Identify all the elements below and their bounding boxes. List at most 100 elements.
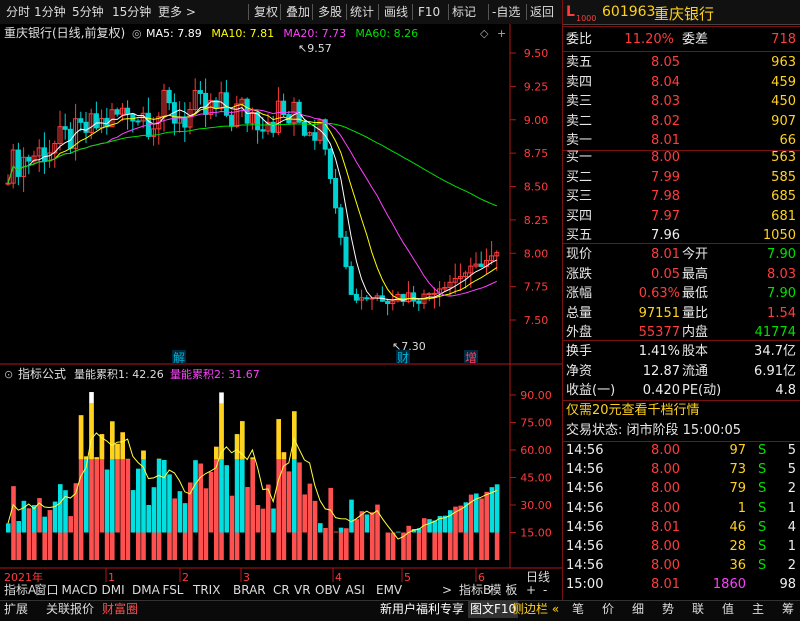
toolbar-5min[interactable]: 5分钟 [72, 0, 104, 24]
toolbar-btn-8[interactable]: 返回 [530, 0, 554, 24]
price-tick-label: 8.50 [524, 181, 549, 194]
ask-vol: 459 [771, 73, 796, 92]
sidebar-toggle[interactable]: 侧边栏 « [512, 601, 559, 618]
ind-bar [297, 462, 302, 532]
indicator-tab-4[interactable]: DMA [132, 582, 160, 599]
ind-base-bar [464, 533, 469, 561]
sep [562, 340, 800, 341]
tick-time: 14:56 [566, 518, 603, 537]
indicator-tab-14[interactable]: 指标B [459, 582, 491, 599]
toolbar-btn-5[interactable]: F10 [418, 0, 440, 24]
ind-bar [74, 483, 79, 532]
weibi-row: 委比11.20%委差718 [562, 30, 800, 49]
indicator-tab-0[interactable]: 指标A [4, 582, 36, 599]
candle [354, 294, 358, 300]
quote-tab-4[interactable]: 联 [692, 601, 704, 618]
ind-bar [157, 459, 162, 533]
indicator-tab-6[interactable]: TRIX [193, 582, 220, 599]
toolbar-btn-0[interactable]: 复权 [254, 0, 278, 24]
toolbar-divider [248, 4, 249, 20]
ask-vol: 450 [771, 92, 796, 111]
promo-link[interactable]: 新用户福利专享 [380, 601, 464, 618]
indicator-tab-8[interactable]: CR [273, 582, 290, 599]
ind-bar [354, 519, 359, 532]
indicator-tab-16[interactable]: + [526, 582, 536, 599]
quote-tab-1[interactable]: 价 [602, 601, 614, 618]
ind-base-bar [120, 533, 125, 561]
indicator-tab-7[interactable]: BRAR [233, 582, 266, 599]
candle [167, 90, 171, 102]
tick-row: 14:568.0079S2 [562, 479, 800, 498]
toolbar-fenshi[interactable]: 分时 [6, 0, 30, 24]
candle [334, 178, 338, 207]
indicator-tab-3[interactable]: DMI [102, 582, 125, 599]
ind-bar [375, 505, 380, 533]
bid-label: 买二 [566, 168, 592, 187]
promo-line[interactable]: 仅需20元查看千档行情 [562, 401, 800, 420]
toolbar-btn-2[interactable]: 多股 [318, 0, 342, 24]
indicator-tab-17[interactable]: - [543, 582, 547, 599]
quote-tab-3[interactable]: 势 [662, 601, 674, 618]
indicator-tab-10[interactable]: OBV [315, 582, 341, 599]
stat-value-2: 7.90 [767, 245, 796, 264]
ind-bar [204, 488, 209, 532]
ind-bar [427, 519, 432, 532]
info-value: 12.87 [643, 362, 680, 381]
ind-base-bar [32, 533, 37, 561]
toolbar-btn-7[interactable]: -自选 [492, 0, 520, 24]
indicator-tab-2[interactable]: MACD [62, 582, 98, 599]
info-label-2: PE(动) [682, 381, 721, 400]
toolbar-btn-1[interactable]: 叠加 [286, 0, 310, 24]
ind-bar [214, 447, 219, 533]
stat-row: 现价8.01今开7.90 [562, 245, 800, 264]
quote-tab-2[interactable]: 细 [632, 601, 644, 618]
ask-price: 8.04 [651, 73, 680, 92]
ind-base-bar [105, 533, 110, 561]
info-label: 净资 [566, 362, 592, 381]
indicator-tab-1[interactable]: 窗口 [35, 582, 59, 599]
ind-tick-label: 45.00 [520, 472, 552, 485]
toolbar-divider [526, 4, 527, 20]
bottom-left-2[interactable]: 财富圈 [102, 601, 138, 618]
indicator-tab-5[interactable]: FSL [163, 582, 184, 599]
ind-base-bar [391, 533, 396, 561]
indicator-tab-13[interactable]: > [442, 582, 452, 599]
candle [63, 127, 67, 130]
f10-button[interactable]: 图文F10 [468, 601, 518, 618]
candle [261, 130, 265, 131]
stat-label-2: 量比 [682, 304, 708, 323]
ind-base-bar [308, 533, 313, 561]
tick-flag: S [758, 441, 766, 460]
chart-canvas[interactable]: 9.509.259.008.758.508.258.007.757.50重庆银行… [0, 24, 562, 620]
toolbar-15min[interactable]: 15分钟 [112, 0, 151, 24]
indicator-tab-12[interactable]: EMV [376, 582, 402, 599]
ind-base-bar [152, 533, 157, 561]
bottom-left-1[interactable]: 关联报价 [46, 601, 94, 618]
stat-value-2: 8.03 [767, 265, 796, 284]
ind-base-bar [344, 533, 349, 561]
ind-bar [453, 507, 458, 533]
toolbar-more[interactable]: 更多 > [158, 0, 196, 24]
indicator-tab-9[interactable]: VR [294, 582, 311, 599]
tick-vol: 73 [729, 460, 746, 479]
bottom-left-0[interactable]: 扩展 [4, 601, 28, 618]
bid-vol: 681 [771, 207, 796, 226]
quote-tab-0[interactable]: 笔 [572, 601, 584, 618]
toolbar-btn-4[interactable]: 画线 [384, 0, 408, 24]
tick-price: 8.00 [651, 479, 680, 498]
toolbar-divider [378, 4, 379, 20]
candle [131, 114, 135, 121]
ind-base-bar [126, 533, 131, 561]
ind-base-bar [141, 533, 146, 561]
toolbar-btn-3[interactable]: 统计 [350, 0, 374, 24]
toolbar-1min[interactable]: 1分钟 [34, 0, 66, 24]
toolbar-btn-6[interactable]: 标记 [452, 0, 476, 24]
tick-count: 98 [779, 575, 796, 594]
bid-price: 8.00 [651, 148, 680, 167]
quote-tab-6[interactable]: 主 [752, 601, 764, 618]
sep [562, 243, 800, 244]
indicator-tab-15[interactable]: 模 板 [490, 582, 518, 599]
indicator-tab-11[interactable]: ASI [346, 582, 365, 599]
quote-tab-7[interactable]: 筹 [782, 601, 794, 618]
quote-tab-5[interactable]: 值 [722, 601, 734, 618]
